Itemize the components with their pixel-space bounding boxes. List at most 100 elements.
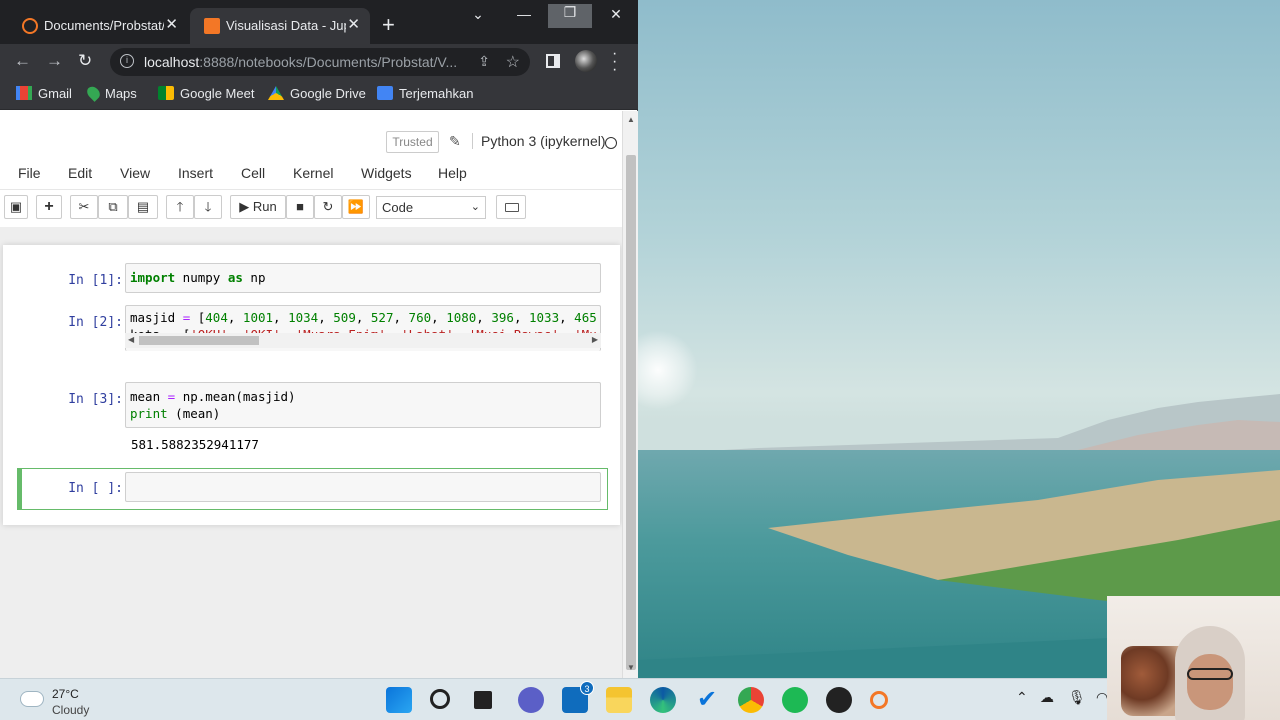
menu-cell[interactable]: Cell [241,165,265,181]
move-down-arrow-icon[interactable]: 🡓 [194,195,222,219]
onedrive-cloud-icon[interactable]: ☁ [1040,689,1054,706]
paste-icon[interactable]: ▤ [128,195,158,219]
move-up-arrow-icon[interactable]: 🡑 [166,195,194,219]
scroll-thumb[interactable] [139,336,259,345]
menu-dots-icon[interactable]: · · · [612,46,617,78]
cell-type-select[interactable]: Code ⌄ [376,196,486,219]
code-cell-1[interactable]: import numpy as np [125,263,601,293]
forward-arrow-icon[interactable]: → [46,51,63,71]
close-tab-icon[interactable]: ✕ [165,15,178,33]
teams-chat-icon[interactable] [518,687,544,713]
restart-icon[interactable]: ↻ [314,195,342,219]
browser-toolbar: ← → ↻ i localhost:8888/notebooks/Documen… [0,44,638,80]
tab-title: Documents/Probstat/ [44,18,164,33]
notebook-toolbar: ▣ + ✂ ⧉ ▤ 🡑 🡓 ▶ Run ■ ↻ ⏩ Code ⌄ [0,189,622,225]
tab-documents[interactable]: Documents/Probstat/ ✕ [8,8,188,44]
fast-forward-icon[interactable]: ⏩ [342,195,370,219]
copy-icon[interactable]: ⧉ [98,195,128,219]
drive-icon [268,86,284,100]
bookmark-star-icon[interactable]: ☆ [506,52,520,72]
jupyter-page: Trusted ✎ Python 3 (ipykernel) File Edit… [0,111,622,678]
windows-start-icon[interactable] [386,687,412,713]
menu-help[interactable]: Help [438,165,467,181]
microphone-icon[interactable]: 🎙 [1068,689,1086,706]
cut-scissors-icon[interactable]: ✂ [70,195,98,219]
menu-kernel[interactable]: Kernel [293,165,333,181]
restore-button[interactable]: ❐ [548,4,592,28]
app-icon[interactable] [826,687,852,713]
search-icon[interactable] [430,689,450,709]
new-tab-button[interactable]: + [382,14,395,36]
close-tab-icon[interactable]: ✕ [347,15,360,33]
glasses [1187,668,1233,680]
minimize-button[interactable]: — [502,6,546,22]
show-hidden-icons-chevron-icon[interactable]: ⌃ [1016,689,1028,706]
scroll-right-icon[interactable]: ▶ [592,335,598,344]
chrome-icon[interactable] [738,687,764,713]
profile-avatar[interactable] [575,50,597,72]
tab-visualisasi-data[interactable]: Visualisasi Data - Jupyter ✕ [190,8,370,44]
file-explorer-icon[interactable] [606,687,632,713]
gmail-icon [16,86,32,100]
meet-icon [158,86,174,100]
menu-edit[interactable]: Edit [68,165,92,181]
url-text: localhost:8888/notebooks/Documents/Probs… [144,54,458,70]
edge-browser-icon[interactable] [650,687,676,713]
notebook-menubar: File Edit View Insert Cell Kernel Widget… [0,161,622,189]
play-icon: ▶ [239,199,250,214]
stop-square-icon[interactable]: ■ [286,195,314,219]
keyboard-shortcuts-icon[interactable] [496,195,526,219]
todo-check-icon[interactable]: ✔ [694,687,720,713]
code-cell-3[interactable]: mean = np.mean(masjid) print (mean) [125,382,601,428]
reload-icon[interactable]: ↻ [78,51,92,71]
webcam-overlay [1107,596,1280,720]
tab-title: Visualisasi Data - Jupyter [226,18,346,33]
mountains [638,394,1280,460]
person-face [1187,654,1233,710]
menu-view[interactable]: View [120,165,150,181]
notebook-favicon-icon [204,18,220,34]
tab-search-chevron-icon[interactable]: ⌄ [456,6,500,23]
code-cell-4-empty[interactable] [125,472,601,502]
close-window-button[interactable]: ✕ [594,6,638,23]
translate-icon [377,86,393,100]
cell-prompt: In [2]: [68,315,123,330]
horizontal-scrollbar[interactable]: ◀ ▶ [125,333,601,348]
scroll-left-icon[interactable]: ◀ [128,335,134,344]
scrollbar-thumb[interactable] [626,155,636,670]
kernel-name[interactable]: Python 3 (ipykernel) [472,133,606,149]
cell-prompt: In [3]: [68,392,123,407]
weather-temp: 27°C [52,687,79,701]
kernel-idle-indicator-icon [605,137,617,149]
bookmark-maps[interactable]: Maps [84,84,137,102]
side-panel-icon[interactable] [546,54,560,68]
page-scrollbar[interactable]: ▲ ▼ [622,111,638,678]
save-icon[interactable]: ▣ [4,195,28,219]
address-bar[interactable]: i localhost:8888/notebooks/Documents/Pro… [110,48,530,76]
task-view-icon[interactable] [474,691,492,709]
tab-strip: Documents/Probstat/ ✕ Visualisasi Data -… [0,0,638,44]
back-arrow-icon[interactable]: ← [14,51,31,71]
jupyter-taskbar-icon[interactable] [870,691,888,709]
bookmark-translate[interactable]: Terjemahkan [377,86,473,101]
edit-pencil-icon[interactable]: ✎ [449,133,461,150]
spotify-icon[interactable] [782,687,808,713]
windows-taskbar: 27°C Cloudy 3 ✔ ⌃ ☁ 🎙 ◠ [0,678,1280,720]
desktop-wallpaper [638,0,1280,678]
insert-cell-plus-icon[interactable]: + [36,195,62,219]
trusted-badge[interactable]: Trusted [386,131,439,153]
site-info-icon[interactable]: i [120,54,134,68]
menu-widgets[interactable]: Widgets [361,165,412,181]
mail-icon[interactable]: 3 [562,681,594,713]
menu-file[interactable]: File [18,165,41,181]
bookmark-gmail[interactable]: Gmail [16,86,72,101]
bookmark-drive[interactable]: Google Drive [268,86,366,101]
maps-icon [84,84,103,102]
bookmark-meet[interactable]: Google Meet [158,86,254,101]
share-icon[interactable]: ⇪ [478,53,490,70]
menu-insert[interactable]: Insert [178,165,213,181]
scroll-down-icon[interactable]: ▼ [627,663,635,672]
run-button[interactable]: ▶ Run [230,195,286,219]
cell-prompt: In [1]: [68,273,123,288]
scroll-up-icon[interactable]: ▲ [627,115,635,124]
